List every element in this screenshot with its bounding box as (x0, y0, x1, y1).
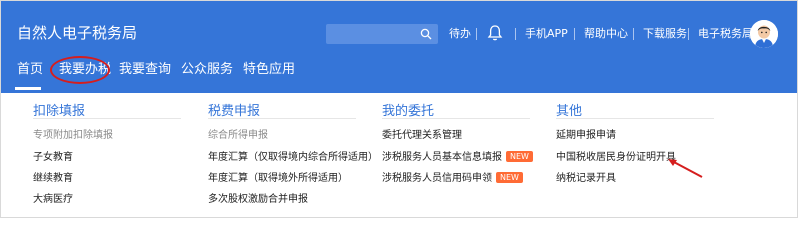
pending-link[interactable]: 待办 (449, 27, 471, 41)
bell-icon[interactable] (487, 24, 503, 42)
search-input[interactable] (326, 24, 438, 44)
nav-featured-apps[interactable]: 特色应用 (243, 61, 295, 79)
top-bar: 自然人电子税务局 待办 手机APP 帮助中心 下载服务 电子税务局 首页 我要办… (1, 1, 797, 93)
nav-active-indicator (15, 87, 41, 90)
divider (556, 118, 714, 119)
menu-item[interactable]: 综合所得申报 (208, 129, 268, 143)
divider (476, 28, 477, 40)
menu-item[interactable]: 年度汇算（取得境外所得适用） (208, 172, 348, 186)
menu-item[interactable]: 涉税服务人员基本信息填报 NEW (382, 151, 533, 165)
header-link-downloads[interactable]: 下载服务 (643, 27, 687, 41)
menu-item[interactable]: 多次股权激励合并申报 (208, 193, 308, 207)
annotation-circle (50, 56, 110, 84)
menu-item[interactable]: 中国税收居民身份证明开具 (556, 151, 676, 165)
header-link-mobile-app[interactable]: 手机APP (525, 27, 568, 41)
user-avatar[interactable] (750, 20, 778, 48)
nav-home[interactable]: 首页 (17, 61, 43, 79)
divider (633, 28, 634, 40)
menu-item[interactable]: 涉税服务人员信用码申领 NEW (382, 172, 523, 186)
divider (574, 28, 575, 40)
menu-item[interactable]: 年度汇算（仅取得境内综合所得适用） (208, 151, 378, 165)
menu-item[interactable]: 专项附加扣除填报 (33, 129, 113, 143)
new-badge: NEW (506, 151, 533, 162)
divider (515, 28, 516, 40)
menu-item[interactable]: 子女教育 (33, 151, 73, 165)
menu-item[interactable]: 纳税记录开具 (556, 172, 616, 186)
menu-item[interactable]: 继续教育 (33, 172, 73, 186)
menu-item[interactable]: 委托代理关系管理 (382, 129, 462, 143)
menu-item-label: 涉税服务人员信用码申领 (382, 173, 492, 184)
nav-query[interactable]: 我要查询 (119, 61, 171, 79)
header-link-e-tax[interactable]: 电子税务局 (698, 27, 753, 41)
divider (33, 118, 181, 119)
divider (208, 118, 356, 119)
search-icon[interactable] (420, 28, 432, 40)
divider (382, 118, 530, 119)
menu-item[interactable]: 延期申报申请 (556, 129, 616, 143)
app-window: 自然人电子税务局 待办 手机APP 帮助中心 下载服务 电子税务局 首页 我要办… (0, 0, 798, 218)
annotation-arrow-icon (668, 159, 703, 178)
nav-public-service[interactable]: 公众服务 (181, 61, 233, 79)
new-badge: NEW (496, 172, 523, 183)
avatar-icon (750, 20, 778, 48)
menu-item[interactable]: 大病医疗 (33, 193, 73, 207)
menu-item-label: 涉税服务人员基本信息填报 (382, 152, 502, 163)
header-link-help[interactable]: 帮助中心 (584, 27, 628, 41)
app-title: 自然人电子税务局 (17, 24, 138, 42)
divider (688, 28, 689, 40)
